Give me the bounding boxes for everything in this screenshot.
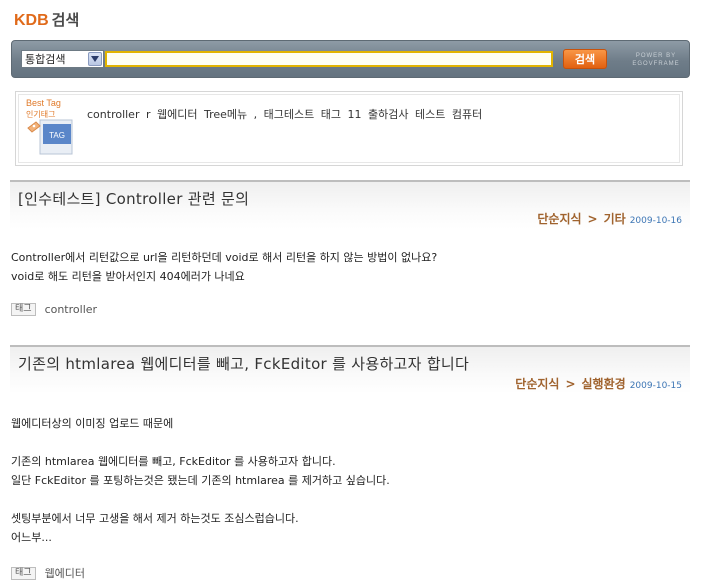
best-tag-item[interactable]: 출하검사 xyxy=(368,108,408,121)
search-bar: 통합검색 검색 POWER BY EGOVFRAME xyxy=(11,40,690,78)
best-tag-logo-en: Best Tag xyxy=(26,98,61,108)
post-body-line xyxy=(11,490,390,509)
best-tag-item[interactable]: , xyxy=(254,108,258,121)
search-input[interactable] xyxy=(105,51,553,67)
best-tag-box: Best Tag 인기태그 TAG controller r 웹에디터 Tree… xyxy=(15,91,683,166)
post-body-line: 기존의 htmlarea 웹에디터를 빼고, FckEditor 를 사용하고자… xyxy=(11,455,336,468)
best-tag-item[interactable]: 11 xyxy=(348,108,362,121)
post-header: 기존의 htmlarea 웹에디터를 빼고, FckEditor 를 사용하고자… xyxy=(10,345,690,394)
post-body: Controller에서 리턴값으로 url을 리턴하던데 void로 해서 리… xyxy=(11,248,437,286)
logo-text: 검색 xyxy=(51,11,80,29)
powered-line1: POWER BY xyxy=(635,53,677,59)
chevron-right-icon: > xyxy=(565,377,576,391)
tag-label: 태그 xyxy=(11,303,36,316)
tag-link[interactable]: controller xyxy=(45,303,97,316)
best-tag-list: controller r 웹에디터 Tree메뉴 , 태그테스트 태그 11 출… xyxy=(87,106,485,122)
search-scope-select[interactable]: 통합검색 xyxy=(21,50,104,68)
post-body-line: 어느부... xyxy=(11,531,52,544)
tag-badge-text: TAG xyxy=(49,131,65,140)
post-header: [인수테스트] Controller 관련 문의 단순지식 > 기타 2009-… xyxy=(10,180,690,229)
chevron-right-icon: > xyxy=(587,212,598,226)
post-body-line xyxy=(11,433,390,452)
best-tag-item[interactable]: 웹에디터 xyxy=(157,108,197,121)
best-tag-logo: Best Tag 인기태그 TAG xyxy=(26,98,76,162)
post-date: 2009-10-16 xyxy=(629,216,682,226)
site-logo[interactable]: KDB 검색 xyxy=(14,9,79,31)
best-tag-item[interactable]: 컴퓨터 xyxy=(452,108,482,121)
tag-label: 태그 xyxy=(11,566,36,580)
post-meta: 단순지식 > 기타 2009-10-16 xyxy=(537,210,682,227)
post-category[interactable]: 단순지식 xyxy=(537,210,581,227)
best-tag-item[interactable]: r xyxy=(146,108,151,121)
best-tag-item[interactable]: Tree메뉴 xyxy=(204,108,247,121)
tag-link[interactable]: 웹에디터 xyxy=(45,565,85,581)
tag-icon: TAG xyxy=(27,119,73,155)
post-body-line: void로 해도 리턴을 받아서인지 404에러가 나네요 xyxy=(11,270,245,283)
post-meta: 단순지식 > 실행환경 2009-10-15 xyxy=(515,375,682,392)
powered-line2: EGOVFRAME xyxy=(632,61,680,67)
search-scope-value: 통합검색 xyxy=(25,53,66,66)
post-date: 2009-10-15 xyxy=(629,381,682,391)
post-subcategory[interactable]: 실행환경 xyxy=(582,375,626,392)
best-tag-item[interactable]: 태그테스트 xyxy=(264,108,315,121)
logo-brand: KDB xyxy=(14,12,49,29)
post-tag-row: 태그 웹에디터 xyxy=(11,565,85,581)
best-tag-item[interactable]: controller xyxy=(87,108,139,121)
post-category[interactable]: 단순지식 xyxy=(515,375,559,392)
post-body-line: Controller에서 리턴값으로 url을 리턴하던데 void로 해서 리… xyxy=(11,251,438,264)
post-title[interactable]: [인수테스트] Controller 관련 문의 xyxy=(18,188,249,209)
post-body-line: 웹에디터상의 이미징 업로드 때문에 xyxy=(11,417,174,430)
post-body-line: 셋팅부분에서 너무 고생을 해서 제거 하는것도 조심스럽습니다. xyxy=(11,512,299,525)
post-title[interactable]: 기존의 htmlarea 웹에디터를 빼고, FckEditor 를 사용하고자… xyxy=(18,353,469,374)
best-tag-item[interactable]: 태그 xyxy=(321,108,341,121)
powered-by-logo: POWER BY EGOVFRAME xyxy=(631,52,681,68)
post-subcategory[interactable]: 기타 xyxy=(604,210,626,227)
search-button[interactable]: 검색 xyxy=(563,49,607,69)
post-tag-row: 태그 controller xyxy=(11,303,97,316)
post-body: 웹에디터상의 이미징 업로드 때문에 기존의 htmlarea 웹에디터를 빼고… xyxy=(11,414,390,547)
best-tag-item[interactable]: 테스트 xyxy=(415,108,445,121)
post-body-line: 일단 FckEditor 를 포팅하는것은 됐는데 기존의 htmlarea 를… xyxy=(11,474,390,487)
chevron-down-icon[interactable] xyxy=(88,52,102,66)
